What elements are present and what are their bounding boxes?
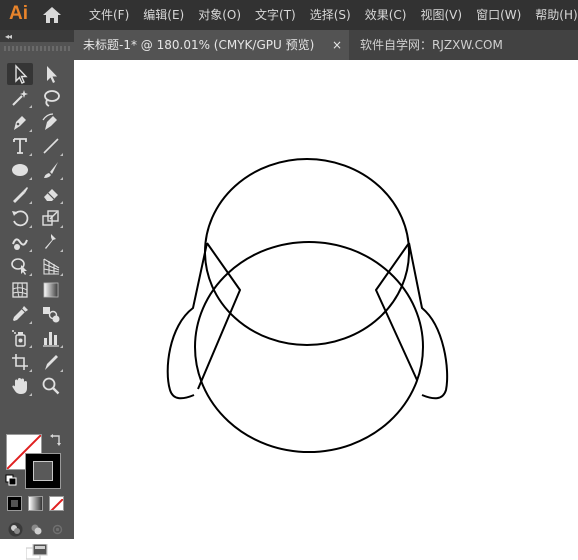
line-tool[interactable] (38, 135, 64, 157)
perspective-grid-tool-icon (43, 258, 60, 275)
eraser-tool-icon (44, 189, 58, 201)
right-flipper-inner[interactable] (375, 242, 418, 381)
collapse-icon[interactable]: ◂◂ (5, 32, 12, 41)
type-tool-icon (13, 138, 27, 154)
selection-tool[interactable] (7, 63, 33, 85)
menu-object[interactable]: 对象(O) (191, 0, 248, 30)
tab-watermark: 软件自学网：RJZXW.COM (360, 38, 503, 52)
tools-panel-header: ◂◂ (0, 30, 74, 42)
artboard-tool-icon (12, 354, 28, 370)
shaper-tool-icon (13, 187, 28, 203)
puppet-warp-tool-icon (45, 234, 56, 249)
shape-builder-tool[interactable] (7, 255, 33, 277)
blend-tool-icon (43, 307, 60, 323)
paintbrush-tool-icon (44, 162, 58, 178)
eyedropper-tool[interactable] (7, 303, 33, 325)
document-tab-bar: 未标题-1* @ 180.01% (CMYK/GPU 预览) × 软件自学网：R… (74, 30, 578, 60)
gradient-tool-icon (43, 282, 59, 298)
default-fill-stroke-icon[interactable] (5, 474, 17, 486)
curvature-tool[interactable] (38, 111, 64, 133)
draw-behind-icon[interactable] (29, 522, 44, 537)
stroke-swatch[interactable] (25, 453, 61, 489)
lasso-tool[interactable] (38, 87, 64, 109)
menu-bar: Ai 文件(F) 编辑(E) 对象(O) 文字(T) 选择(S) 效果(C) 视… (0, 0, 578, 30)
menu-edit[interactable]: 编辑(E) (136, 0, 191, 30)
panel-grip[interactable] (4, 46, 70, 51)
hand-tool-icon (12, 378, 27, 394)
column-graph-tool-icon (43, 332, 59, 347)
slice-tool-icon (45, 355, 58, 370)
tab-close-button[interactable]: × (332, 30, 342, 60)
menu-select[interactable]: 选择(S) (303, 0, 358, 30)
slice-tool[interactable] (38, 351, 64, 373)
zoom-tool-icon (42, 377, 60, 395)
artboard-canvas[interactable] (74, 60, 578, 539)
eraser-tool[interactable] (38, 183, 64, 205)
eyedropper-tool-icon (13, 306, 28, 321)
tab-active-document[interactable]: 未标题-1* @ 180.01% (CMYK/GPU 预览) × (74, 30, 349, 60)
rotate-tool[interactable] (7, 207, 33, 229)
mesh-tool[interactable] (7, 279, 33, 301)
menu-file[interactable]: 文件(F) (82, 0, 136, 30)
pen-tool-icon (14, 116, 26, 130)
pen-tool[interactable] (7, 111, 33, 133)
draw-inside-icon[interactable] (50, 522, 65, 537)
mesh-tool-icon (12, 282, 28, 298)
selection-tool-icon (15, 64, 28, 84)
scale-tool-icon (42, 210, 59, 226)
hand-tool[interactable] (7, 375, 33, 397)
none-icon (50, 498, 63, 510)
symbol-sprayer-tool[interactable] (7, 327, 33, 349)
direct-selection-tool[interactable] (38, 63, 64, 85)
blend-tool[interactable] (38, 303, 64, 325)
app-logo: Ai (9, 3, 28, 24)
line-tool-icon (43, 138, 59, 154)
gradient-tool[interactable] (38, 279, 64, 301)
none-mode-button[interactable] (49, 496, 64, 511)
gradient-mode-button[interactable] (28, 496, 43, 511)
head-ellipse[interactable] (204, 158, 410, 346)
screen-mode-icon[interactable] (26, 544, 48, 560)
ellipse-tool-icon (12, 164, 28, 176)
rotate-tool-icon (12, 210, 29, 227)
menu-help[interactable]: 帮助(H) (528, 0, 578, 30)
warp-tool[interactable] (7, 231, 33, 253)
magic-wand-tool[interactable] (7, 87, 33, 109)
puppet-warp-tool[interactable] (38, 231, 64, 253)
menu-view[interactable]: 视图(V) (413, 0, 469, 30)
swap-fill-stroke-icon[interactable] (50, 434, 62, 446)
tab-active-label: 未标题-1* @ 180.01% (CMYK/GPU 预览) (83, 38, 315, 52)
curvature-tool-icon (42, 113, 57, 130)
zoom-tool[interactable] (38, 375, 64, 397)
menu-type[interactable]: 文字(T) (248, 0, 303, 30)
lasso-tool-icon (44, 90, 60, 107)
draw-normal-icon[interactable] (8, 522, 23, 537)
paintbrush-tool[interactable] (38, 159, 64, 181)
tools-panel: ◂◂ (0, 30, 74, 560)
type-tool[interactable] (7, 135, 33, 157)
column-graph-tool[interactable] (38, 327, 64, 349)
stroke-swatch-inner (33, 461, 53, 481)
direct-selection-tool-icon (47, 66, 57, 83)
shape-builder-tool-icon (11, 258, 27, 275)
magic-wand-tool-icon (12, 90, 28, 106)
artboard-tool[interactable] (7, 351, 33, 373)
ellipse-tool[interactable] (7, 159, 33, 181)
symbol-sprayer-tool-icon (12, 330, 26, 347)
left-flipper-outer[interactable] (166, 242, 208, 400)
color-mode-button[interactable] (7, 496, 22, 511)
warp-tool-icon (12, 238, 28, 250)
perspective-grid-tool[interactable] (38, 255, 64, 277)
shaper-tool[interactable] (7, 183, 33, 205)
artwork[interactable] (74, 60, 578, 539)
scale-tool[interactable] (38, 207, 64, 229)
menu-effect[interactable]: 效果(C) (358, 0, 414, 30)
menu-items: 文件(F) 编辑(E) 对象(O) 文字(T) 选择(S) 效果(C) 视图(V… (82, 0, 578, 30)
home-icon[interactable] (42, 6, 62, 24)
menu-window[interactable]: 窗口(W) (469, 0, 528, 30)
